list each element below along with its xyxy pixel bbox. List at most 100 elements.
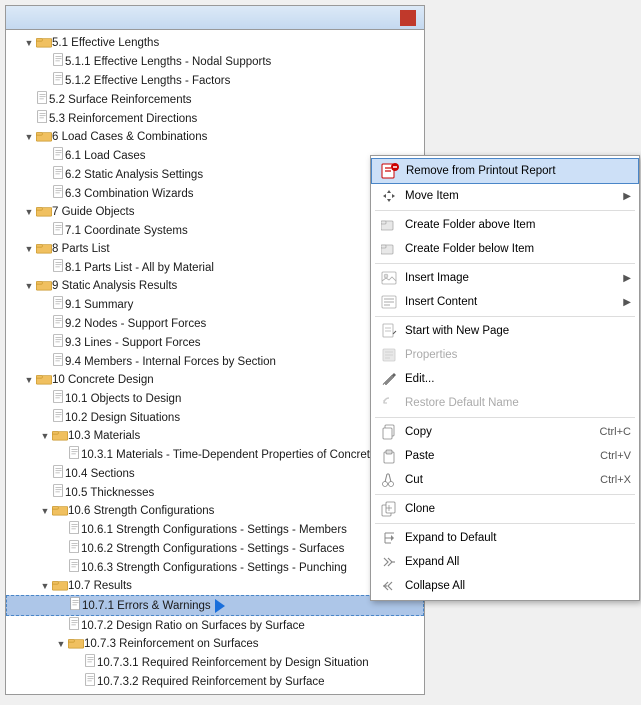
menu-separator [375, 417, 635, 418]
tree-item[interactable]: ▼ 11 Design Overview [6, 691, 424, 694]
tree-item[interactable]: 5.1.2 Effective Lengths - Factors [6, 71, 424, 90]
menu-shortcut: Ctrl+V [600, 450, 631, 462]
tree-item[interactable]: ▼ 10.6 Strength Configurations [6, 502, 424, 520]
tree-item[interactable]: 9.2 Nodes - Support Forces [6, 314, 424, 333]
tree-item[interactable]: 6.1 Load Cases [6, 146, 424, 165]
tree-item-label: 10.7.3.2 Required Reinforcement by Surfa… [97, 676, 325, 688]
collapse-icon[interactable]: ▼ [24, 132, 34, 142]
menu-item-cm2[interactable]: Move Item▶ [371, 184, 639, 208]
tree-item[interactable]: ▼ 6 Load Cases & Combinations [6, 128, 424, 146]
tree-item-label: 10.7 Results [68, 580, 132, 592]
page-icon [52, 53, 65, 70]
menu-item-cm10: Restore Default Name [371, 391, 639, 415]
spacer-icon [56, 563, 66, 573]
clone-icon [379, 501, 399, 517]
tree-item[interactable]: 10.4 Sections [6, 464, 424, 483]
tree-item[interactable]: 10.7.3.1 Required Reinforcement by Desig… [6, 653, 424, 672]
menu-item-cm12[interactable]: PasteCtrl+V [371, 444, 639, 468]
tree-item[interactable]: ▼ 10.7 Results [6, 577, 424, 595]
menu-item-cm4[interactable]: Create Folder below Item [371, 237, 639, 261]
panel-titlebar [6, 6, 424, 30]
collapse-icon[interactable]: ▼ [40, 581, 50, 591]
tree-item[interactable]: 6.2 Static Analysis Settings [6, 165, 424, 184]
menu-item-cm5[interactable]: Insert Image ▶ [371, 266, 639, 290]
menu-item-cm7[interactable]: Start with New Page [371, 319, 639, 343]
menu-item-label: Insert Image [405, 272, 619, 284]
tree-item[interactable]: ▼ 9 Static Analysis Results [6, 277, 424, 295]
tree-item[interactable]: 9.3 Lines - Support Forces [6, 333, 424, 352]
menu-item-cm11[interactable]: CopyCtrl+C [371, 420, 639, 444]
tree-item-label: 5.1.2 Effective Lengths - Factors [65, 75, 230, 87]
menu-item-label: Edit... [405, 373, 631, 385]
tree-item[interactable]: 10.6.1 Strength Configurations - Setting… [6, 520, 424, 539]
collapse-icon[interactable]: ▼ [40, 506, 50, 516]
collapse-icon[interactable]: ▼ [24, 207, 34, 217]
page-icon [68, 540, 81, 557]
tree-item-label: 6.3 Combination Wizards [65, 188, 193, 200]
spacer-icon [40, 300, 50, 310]
page-icon [52, 315, 65, 332]
tree-item[interactable]: 10.5 Thicknesses [6, 483, 424, 502]
collapse-icon[interactable]: ▼ [24, 38, 34, 48]
tree-item-label: 5.3 Reinforcement Directions [49, 113, 197, 125]
close-button[interactable] [400, 10, 416, 26]
collapse-icon[interactable]: ▼ [24, 281, 34, 291]
collapse-icon[interactable]: ▼ [24, 244, 34, 254]
menu-item-cm13[interactable]: CutCtrl+X [371, 468, 639, 492]
tree-item[interactable]: 10.6.3 Strength Configurations - Setting… [6, 558, 424, 577]
menu-item-cm16[interactable]: Expand All [371, 550, 639, 574]
collapse-icon[interactable]: ▼ [56, 639, 66, 649]
tree-item-label: 8 Parts List [52, 243, 110, 255]
menu-item-cm6[interactable]: Insert Content▶ [371, 290, 639, 314]
menu-item-label: Properties [405, 349, 631, 361]
tree-item[interactable]: 5.2 Surface Reinforcements [6, 90, 424, 109]
tree-item[interactable]: ▼ 5.1 Effective Lengths [6, 34, 424, 52]
menu-shortcut: Ctrl+X [600, 474, 631, 486]
tree-item[interactable]: ▼ 10 Concrete Design [6, 371, 424, 389]
menu-item-label: Clone [405, 503, 631, 515]
tree-item[interactable]: 7.1 Coordinate Systems [6, 221, 424, 240]
page-icon [52, 72, 65, 89]
tree-item[interactable]: ▼ 8 Parts List [6, 240, 424, 258]
menu-item-cm14[interactable]: Clone [371, 497, 639, 521]
tree-item-label: 10.7.2 Design Ratio on Surfaces by Surfa… [81, 620, 305, 632]
spacer-icon [40, 57, 50, 67]
folder-above-icon [379, 217, 399, 233]
folder-icon [52, 504, 68, 519]
tree-item[interactable]: 10.7.3.2 Required Reinforcement by Surfa… [6, 672, 424, 691]
tree-item[interactable]: 10.2 Design Situations [6, 408, 424, 427]
tree-item[interactable]: 10.7.1 Errors & Warnings [6, 595, 424, 616]
menu-item-label: Create Folder below Item [405, 243, 631, 255]
tree-item[interactable]: 5.1.1 Effective Lengths - Nodal Supports [6, 52, 424, 71]
menu-separator [375, 263, 635, 264]
tree-item-label: 6.1 Load Cases [65, 150, 146, 162]
tree-item-label: 10.7.1 Errors & Warnings [82, 600, 211, 612]
menu-item-cm1[interactable]: Remove from Printout Report [371, 158, 639, 184]
menu-item-cm17[interactable]: Collapse All [371, 574, 639, 598]
tree-item[interactable]: 10.3.1 Materials - Time-Dependent Proper… [6, 445, 424, 464]
tree-item[interactable]: 6.3 Combination Wizards [6, 184, 424, 203]
menu-item-cm9[interactable]: Edit... [371, 367, 639, 391]
tree-item[interactable]: ▼ 10.3 Materials [6, 427, 424, 445]
tree-view[interactable]: ▼ 5.1 Effective Lengths 5.1.1 Effective … [6, 30, 424, 694]
tree-item-label: 8.1 Parts List - All by Material [65, 262, 214, 274]
tree-item[interactable]: 10.1 Objects to Design [6, 389, 424, 408]
folder-icon [36, 242, 52, 257]
tree-item[interactable]: 10.7.2 Design Ratio on Surfaces by Surfa… [6, 616, 424, 635]
tree-item[interactable]: ▼ 10.7.3 Reinforcement on Surfaces [6, 635, 424, 653]
collapse-icon[interactable]: ▼ [40, 431, 50, 441]
folder-icon [36, 279, 52, 294]
tree-item[interactable]: ▼ 7 Guide Objects [6, 203, 424, 221]
tree-item[interactable]: 9.4 Members - Internal Forces by Section [6, 352, 424, 371]
submenu-arrow-icon: ▶ [623, 273, 631, 284]
menu-item-cm15[interactable]: Expand to Default [371, 526, 639, 550]
tree-item[interactable]: 5.3 Reinforcement Directions [6, 109, 424, 128]
folder-icon [52, 429, 68, 444]
tree-item[interactable]: 10.6.2 Strength Configurations - Setting… [6, 539, 424, 558]
collapse-icon[interactable]: ▼ [24, 375, 34, 385]
tree-item[interactable]: 9.1 Summary [6, 295, 424, 314]
page-icon [68, 617, 81, 634]
tree-item-label: 10.5 Thicknesses [65, 487, 154, 499]
menu-item-cm3[interactable]: Create Folder above Item [371, 213, 639, 237]
tree-item[interactable]: 8.1 Parts List - All by Material [6, 258, 424, 277]
